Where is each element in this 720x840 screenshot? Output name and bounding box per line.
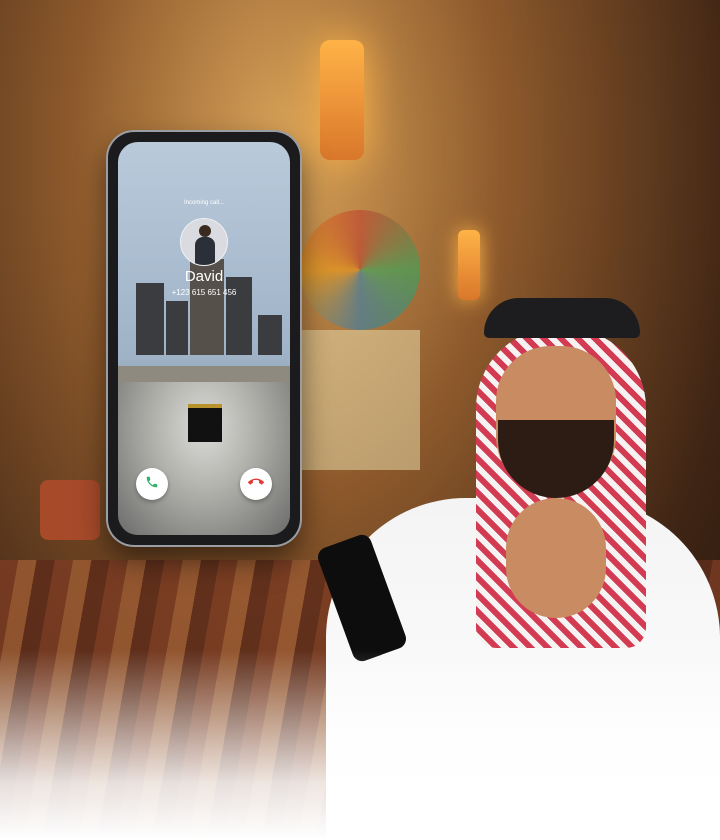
- kaaba: [188, 404, 222, 442]
- raised-hand: [506, 498, 606, 618]
- phone-mockup: Incoming call... David +123 615 651 456: [108, 132, 300, 545]
- caller-number: +123 615 651 456: [171, 288, 237, 297]
- scene: Incoming call... David +123 615 651 456: [0, 0, 720, 840]
- agal-headband: [484, 298, 640, 338]
- skyline-building: [258, 315, 282, 355]
- incoming-call-screen: Incoming call... David +123 615 651 456: [118, 142, 290, 535]
- skyline-building: [166, 301, 188, 355]
- incoming-call-label: Incoming call...: [183, 200, 225, 206]
- caller-name: David: [184, 268, 224, 285]
- avatar-head: [199, 225, 211, 237]
- decline-call-button[interactable]: [240, 468, 272, 500]
- caller-avatar: [180, 218, 228, 266]
- bottom-fade: [0, 650, 720, 840]
- phone-decline-icon: [248, 474, 264, 495]
- phone-accept-icon: [145, 475, 159, 494]
- avatar-body: [195, 237, 215, 265]
- accept-call-button[interactable]: [136, 468, 168, 500]
